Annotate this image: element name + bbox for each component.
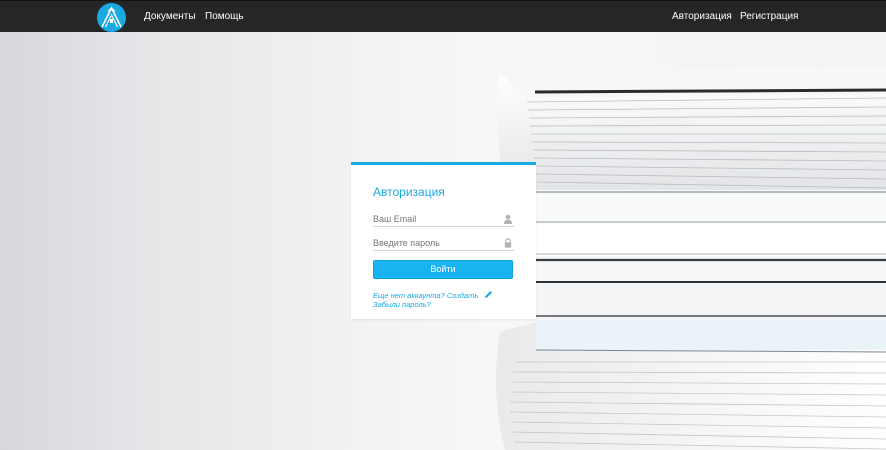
forgot-password-row: Забыли пароль?: [373, 300, 431, 309]
nav-link-documents[interactable]: Документы: [144, 11, 196, 23]
pencil-icon[interactable]: [484, 290, 493, 301]
password-input[interactable]: [373, 235, 495, 251]
no-account-text: Еще нет аккаунта?: [373, 291, 445, 300]
email-input[interactable]: [373, 211, 495, 227]
lock-icon: [503, 235, 513, 248]
nav-link-register[interactable]: Регистрация: [740, 11, 798, 23]
top-navbar: Документы Помощь Авторизация Регистрация: [0, 0, 886, 32]
login-title: Авторизация: [373, 185, 445, 199]
nav-link-login[interactable]: Авторизация: [672, 11, 732, 23]
forgot-password-link[interactable]: Забыли пароль?: [373, 300, 431, 309]
password-field: [373, 233, 514, 251]
login-submit-button[interactable]: Войти: [373, 260, 513, 279]
email-field: [373, 209, 514, 227]
site-logo-icon[interactable]: [97, 3, 126, 32]
user-icon: [503, 211, 513, 224]
create-account-link[interactable]: Создать: [447, 291, 478, 300]
login-card: Авторизация Войти Еще нет аккаунта? Созд…: [351, 162, 536, 319]
nav-link-help[interactable]: Помощь: [205, 11, 244, 23]
